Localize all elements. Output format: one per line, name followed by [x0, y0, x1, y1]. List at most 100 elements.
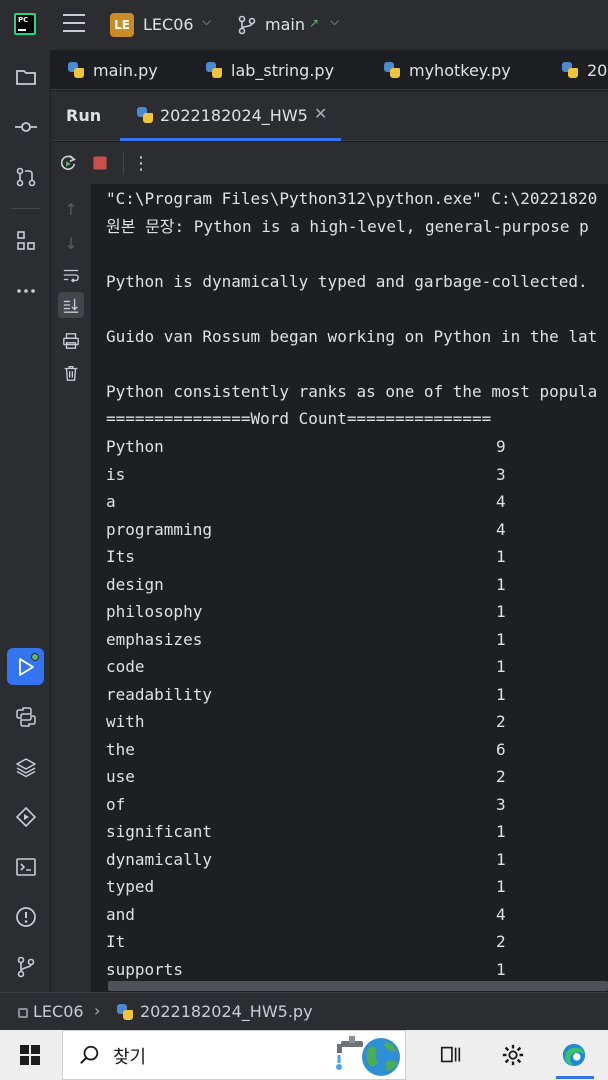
taskbar-search[interactable]: 찾기: [62, 1030, 406, 1080]
word-cell: emphasizes: [106, 630, 203, 649]
word-count-header: ===============Word Count===============: [106, 409, 492, 428]
count-cell: 6: [496, 740, 506, 759]
breadcrumb-file[interactable]: 2022182024_HW5.py: [140, 1002, 313, 1021]
more-icon[interactable]: [7, 272, 44, 309]
settings-gear-icon[interactable]: [500, 1042, 526, 1068]
console-side-toolbar: ↑ ↓: [51, 184, 91, 992]
project-badge[interactable]: LE: [110, 13, 134, 37]
editor-tabs: main.py lab_string.py myhotkey.py 20: [51, 50, 608, 90]
branch-name[interactable]: main: [265, 15, 305, 34]
pycharm-logo-icon[interactable]: PC: [14, 13, 36, 35]
word-cell: readability: [106, 685, 212, 704]
word-cell: Python: [106, 437, 164, 456]
project-icon[interactable]: [7, 58, 44, 95]
more-options-icon[interactable]: ⋮: [130, 152, 152, 174]
count-cell: 1: [496, 575, 506, 594]
run-tab-label: 2022182024_HW5: [160, 106, 308, 125]
chevron-down-icon[interactable]: ⌵: [330, 14, 339, 29]
count-cell: 1: [496, 822, 506, 841]
count-cell: 1: [496, 547, 506, 566]
count-cell: 4: [496, 520, 506, 539]
python-console-icon[interactable]: [7, 698, 44, 735]
python-file-icon: [136, 106, 154, 124]
tab-2022182024-hw5-py[interactable]: 20: [561, 50, 608, 89]
windows-taskbar: 찾기: [0, 1030, 608, 1080]
commit-icon[interactable]: [7, 108, 44, 145]
main-menu-icon[interactable]: [63, 14, 85, 34]
run-config-tab[interactable]: 2022182024_HW5 ✕: [120, 91, 341, 141]
tool-window-strip: [0, 50, 51, 992]
outgoing-arrow-icon: ↗: [309, 16, 320, 30]
rerun-icon[interactable]: [57, 152, 79, 174]
active-app-indicator: [556, 1076, 594, 1079]
tab-myhotkey-py[interactable]: myhotkey.py: [383, 50, 511, 89]
search-icon: [80, 1045, 99, 1064]
count-cell: 2: [496, 712, 506, 731]
console-line: Python is dynamically typed and garbage-…: [106, 272, 588, 291]
count-cell: 1: [496, 850, 506, 869]
word-cell: supports: [106, 960, 184, 979]
task-view-icon[interactable]: [438, 1042, 464, 1068]
edge-browser-icon[interactable]: [561, 1042, 587, 1068]
python-file-icon: [116, 1003, 134, 1021]
console-line: 원본 문장: Python is a high-level, general-p…: [106, 217, 589, 236]
word-cell: design: [106, 575, 164, 594]
word-cell: with: [106, 712, 145, 731]
tab-lab-string-py[interactable]: lab_string.py: [205, 50, 334, 89]
run-title: Run: [66, 106, 102, 125]
trash-icon[interactable]: [58, 360, 84, 386]
run-toolbar: ⋮: [51, 142, 608, 184]
layers-icon[interactable]: [7, 748, 44, 785]
run-tool-window-header: Run 2022182024_HW5 ✕: [51, 91, 608, 141]
status-bar: LEC06 › 2022182024_HW5.py: [0, 992, 608, 1030]
print-icon[interactable]: [58, 328, 84, 354]
services-icon[interactable]: [7, 798, 44, 835]
count-cell: 3: [496, 465, 506, 484]
scroll-to-end-icon[interactable]: [58, 292, 84, 318]
branch-icon[interactable]: [238, 15, 256, 35]
title-bar: PC LE LEC06 ⌵ main ↗ ⌵: [0, 0, 608, 50]
terminal-icon[interactable]: [7, 848, 44, 885]
stop-icon[interactable]: [89, 152, 111, 174]
word-cell: typed: [106, 877, 155, 896]
python-file-icon: [383, 61, 401, 79]
scroll-up-icon[interactable]: ↑: [58, 196, 84, 222]
count-cell: 9: [496, 437, 506, 456]
run-console-output[interactable]: "C:\Program Files\Python312\python.exe" …: [91, 184, 608, 992]
console-line: "C:\Program Files\Python312\python.exe" …: [106, 189, 598, 208]
count-cell: 1: [496, 960, 506, 979]
windows-start-icon[interactable]: [20, 1045, 40, 1065]
python-file-icon: [561, 61, 579, 79]
word-cell: and: [106, 905, 135, 924]
count-cell: 1: [496, 602, 506, 621]
breadcrumb-separator: ›: [94, 1001, 101, 1020]
chevron-down-icon[interactable]: ⌵: [202, 14, 211, 29]
tab-label: main.py: [93, 60, 158, 80]
git-icon[interactable]: [7, 948, 44, 985]
scroll-down-icon[interactable]: ↓: [58, 230, 84, 256]
breadcrumb-project[interactable]: LEC06: [33, 1002, 84, 1021]
tab-main-py[interactable]: main.py: [67, 50, 158, 89]
count-cell: 4: [496, 905, 506, 924]
soft-wrap-icon[interactable]: [58, 262, 84, 288]
search-highlight-icon: [336, 1036, 400, 1076]
pull-requests-icon[interactable]: [7, 158, 44, 195]
problems-icon[interactable]: [7, 898, 44, 935]
count-cell: 1: [496, 657, 506, 676]
word-cell: use: [106, 767, 135, 786]
word-cell: programming: [106, 520, 212, 539]
close-icon[interactable]: ✕: [314, 104, 327, 123]
separator: [123, 152, 124, 174]
word-cell: code: [106, 657, 145, 676]
structure-icon[interactable]: [7, 222, 44, 259]
word-cell: It: [106, 932, 126, 951]
word-cell: a: [106, 492, 116, 511]
word-cell: dynamically: [106, 850, 212, 869]
run-icon[interactable]: [7, 648, 44, 685]
tab-label: 20: [587, 60, 608, 80]
running-indicator: [31, 653, 39, 661]
horizontal-scrollbar[interactable]: [108, 981, 608, 991]
project-name[interactable]: LEC06: [143, 15, 194, 34]
tab-label: myhotkey.py: [409, 60, 511, 80]
python-file-icon: [205, 61, 223, 79]
